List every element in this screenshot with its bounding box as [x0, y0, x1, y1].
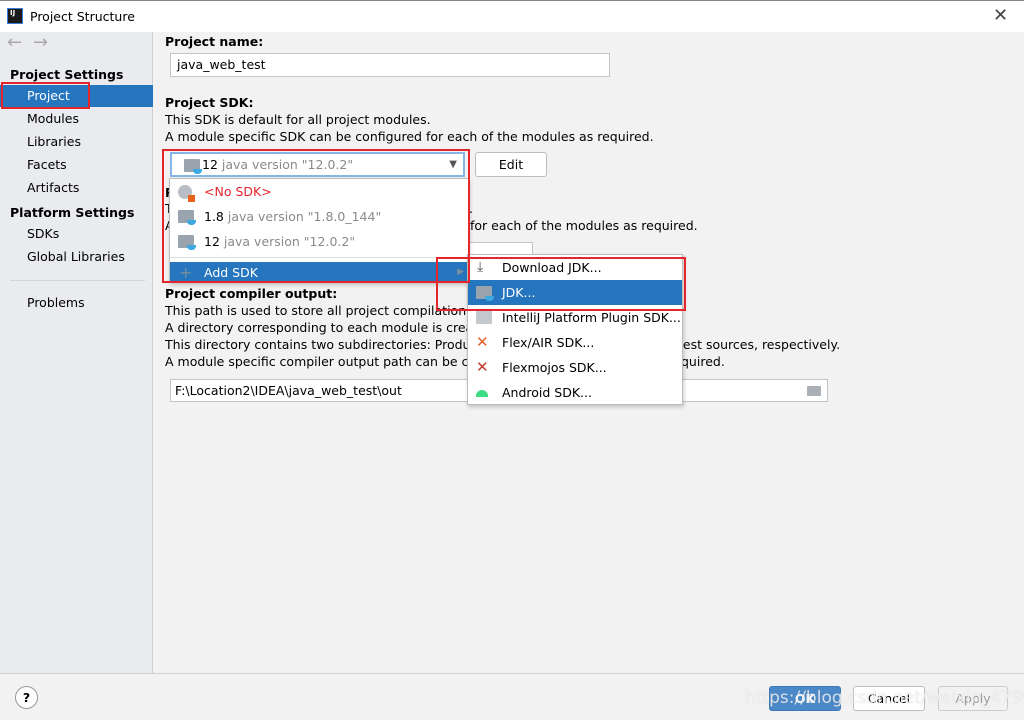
- chevron-right-icon: ▶: [457, 267, 464, 277]
- menu-item-label: Android SDK...: [502, 385, 592, 400]
- add-sdk-label: Add SDK: [204, 265, 258, 280]
- option-version: 1.8: [204, 209, 224, 224]
- menu-item-label: Download JDK...: [502, 260, 602, 275]
- plugin-sdk-icon: [476, 311, 492, 324]
- sdk-detail: java version "12.0.2": [221, 157, 354, 172]
- sdk-option-1-8[interactable]: 1.8 java version "1.8.0_144": [170, 204, 468, 229]
- watermark: https://blog.csdn.net/weixin_4799211: [745, 688, 1024, 708]
- sdk-description: This SDK is default for all project modu…: [165, 112, 431, 127]
- option-version: 12: [204, 234, 220, 249]
- window-title: Project Structure: [30, 9, 135, 24]
- menu-item-flex-air-sdk[interactable]: ✕ Flex/AIR SDK...: [468, 330, 682, 355]
- sdk-option-no-sdk[interactable]: <No SDK>: [170, 179, 468, 204]
- intellij-icon: IJ: [7, 8, 23, 24]
- folder-open-icon[interactable]: [807, 386, 821, 396]
- compiler-text: This path is used to store all project c…: [165, 303, 490, 318]
- back-arrow-icon[interactable]: ←: [7, 32, 22, 53]
- option-detail: java version "1.8.0_144": [227, 209, 382, 224]
- compiler-text: This directory contains two subdirectori…: [165, 337, 494, 352]
- compiler-text: test sources, respectively.: [678, 337, 841, 352]
- jdk-folder-icon: [184, 159, 202, 174]
- add-sdk-submenu: ⤓ Download JDK... JDK... IntelliJ Platfo…: [467, 254, 683, 405]
- dropdown-separator: [170, 257, 468, 258]
- compiler-text: A directory corresponding to each module…: [165, 320, 486, 335]
- sdk-version: 12: [202, 157, 218, 172]
- option-label: <No SDK>: [204, 184, 272, 199]
- sidebar-item-problems[interactable]: Problems: [0, 292, 153, 314]
- sidebar-divider: [10, 280, 145, 281]
- menu-item-jdk[interactable]: JDK...: [468, 280, 682, 305]
- sidebar-item-modules[interactable]: Modules: [0, 108, 153, 130]
- menu-item-label: Flex/AIR SDK...: [502, 335, 595, 350]
- menu-item-label: Flexmojos SDK...: [502, 360, 607, 375]
- add-sdk-item[interactable]: + Add SDK ▶: [170, 262, 468, 283]
- project-name-label: Project name:: [165, 34, 264, 49]
- menu-item-label: JDK...: [502, 285, 536, 300]
- sidebar: ← → Project Settings Project Modules Lib…: [0, 32, 153, 673]
- sidebar-item-sdks[interactable]: SDKs: [0, 223, 153, 245]
- jdk-folder-icon: [178, 210, 196, 225]
- chevron-down-icon: ▼: [449, 159, 457, 170]
- sdk-option-12[interactable]: 12 java version "12.0.2": [170, 229, 468, 254]
- footer: ? OK Cancel Apply https://blog.csdn.net/…: [0, 673, 1024, 720]
- compiler-text: quired.: [681, 354, 725, 369]
- sidebar-item-artifacts[interactable]: Artifacts: [0, 177, 153, 199]
- edit-sdk-button[interactable]: Edit: [475, 152, 547, 177]
- sidebar-item-global-libraries[interactable]: Global Libraries: [0, 246, 153, 268]
- title-bar: IJ Project Structure ✕: [0, 0, 1024, 32]
- sdk-description: A module specific SDK can be configured …: [165, 129, 654, 144]
- plus-icon: +: [179, 263, 193, 282]
- menu-item-intellij-plugin-sdk[interactable]: IntelliJ Platform Plugin SDK...: [468, 305, 682, 330]
- option-detail: java version "12.0.2": [223, 234, 356, 249]
- language-level-text: for each of the modules as required.: [470, 218, 698, 233]
- project-settings-header: Project Settings: [10, 67, 124, 82]
- jdk-folder-icon: [178, 235, 196, 250]
- compiler-text: A module specific compiler output path c…: [165, 354, 489, 369]
- project-name-input[interactable]: java_web_test: [170, 53, 610, 77]
- sidebar-item-facets[interactable]: Facets: [0, 154, 153, 176]
- sdk-combobox[interactable]: 12 java version "12.0.2" ▼: [170, 152, 465, 177]
- flexmojos-icon: ✕: [476, 358, 489, 376]
- project-sdk-label: Project SDK:: [165, 95, 254, 110]
- android-icon: [476, 390, 488, 397]
- menu-item-android-sdk[interactable]: Android SDK...: [468, 380, 682, 405]
- menu-item-download-jdk[interactable]: ⤓ Download JDK...: [468, 255, 682, 280]
- compiler-output-label: Project compiler output:: [165, 286, 338, 301]
- platform-settings-header: Platform Settings: [10, 205, 135, 220]
- compiler-output-value: F:\Location2\IDEA\java_web_test\out: [175, 383, 402, 398]
- no-sdk-globe-icon: [178, 185, 195, 202]
- sidebar-item-libraries[interactable]: Libraries: [0, 131, 153, 153]
- download-icon: ⤓: [477, 259, 484, 275]
- forward-arrow-icon[interactable]: →: [33, 32, 48, 53]
- language-level-text: .: [469, 201, 473, 216]
- jdk-folder-icon: [476, 286, 494, 301]
- flex-icon: ✕: [476, 333, 489, 351]
- menu-item-flexmojos-sdk[interactable]: ✕ Flexmojos SDK...: [468, 355, 682, 380]
- sdk-dropdown: <No SDK> 1.8 java version "1.8.0_144" 12…: [169, 178, 469, 283]
- close-icon[interactable]: ✕: [993, 5, 1008, 26]
- help-button[interactable]: ?: [15, 686, 38, 709]
- menu-item-label: IntelliJ Platform Plugin SDK...: [502, 310, 681, 325]
- sidebar-item-project[interactable]: Project: [0, 85, 153, 107]
